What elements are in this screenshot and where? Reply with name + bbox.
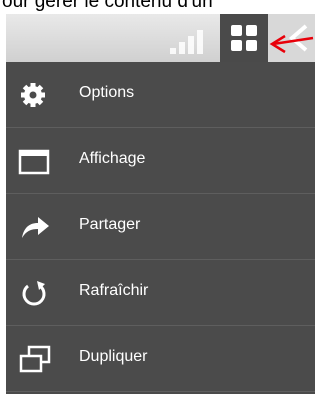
grid-square-icon [246,25,257,36]
red-arrow-annotation-icon [269,34,314,54]
menu-list: Options Affichage Partager Rafraîchir Du… [6,62,315,392]
menu-item-partager[interactable]: Partager [6,194,315,260]
window-icon [18,149,50,175]
menu-item-label: Dupliquer [79,348,148,365]
grid-square-icon [231,40,242,51]
menu-item-options[interactable]: Options [6,62,315,128]
menu-item-label: Affichage [79,150,146,167]
signal-bars-icon [170,28,216,54]
menu-item-rafraichir[interactable]: Rafraîchir [6,260,315,326]
app-menu-panel: Options Affichage Partager Rafraîchir Du… [6,14,315,394]
menu-item-dupliquer[interactable]: Dupliquer [6,326,315,392]
share-arrow-icon [22,217,49,238]
refresh-icon [22,281,46,306]
apps-grid-button[interactable] [220,14,268,62]
duplicate-icon [19,345,51,373]
top-bar [6,14,315,62]
gear-icon [21,83,45,107]
background-caption-text: our gérer le contenu d'un [2,0,213,12]
grid-square-icon [231,25,242,36]
grid-square-icon [246,40,257,51]
menu-item-label: Options [79,84,135,101]
menu-item-label: Partager [79,216,141,233]
menu-item-affichage[interactable]: Affichage [6,128,315,194]
menu-item-label: Rafraîchir [79,282,149,299]
